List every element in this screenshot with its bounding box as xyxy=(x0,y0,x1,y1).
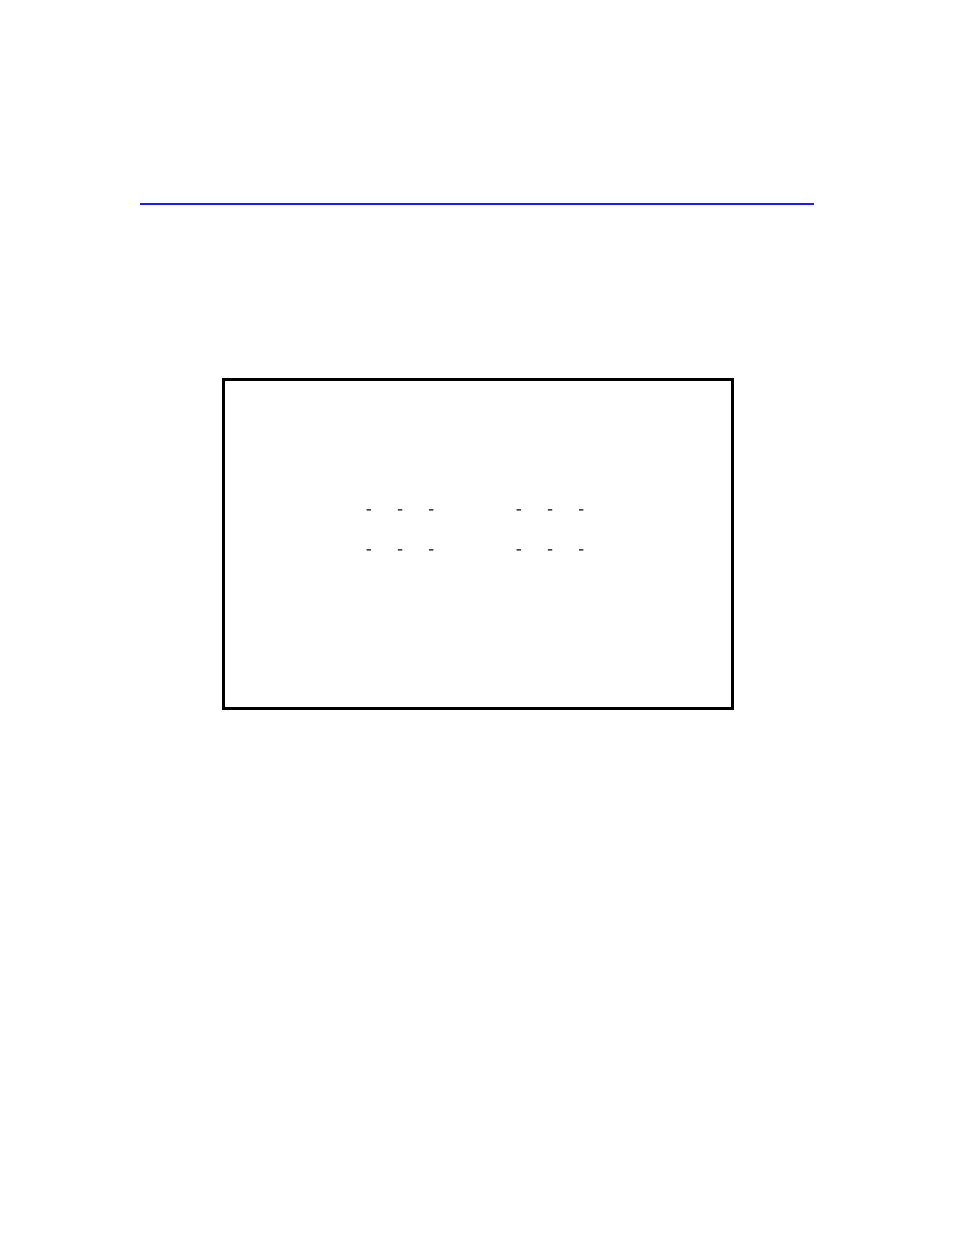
dash-cell: - - - xyxy=(364,501,442,519)
dash-cell: - - - xyxy=(364,541,442,559)
header-rule xyxy=(140,203,814,205)
dash-row-1: - - - - - - xyxy=(225,501,731,519)
dash-cell: - - - xyxy=(514,501,592,519)
figure-box: - - - - - - - - - - - - xyxy=(222,378,734,710)
dash-row-2: - - - - - - xyxy=(225,541,731,559)
dash-cell: - - - xyxy=(514,541,592,559)
page: - - - - - - - - - - - - xyxy=(0,0,954,1235)
